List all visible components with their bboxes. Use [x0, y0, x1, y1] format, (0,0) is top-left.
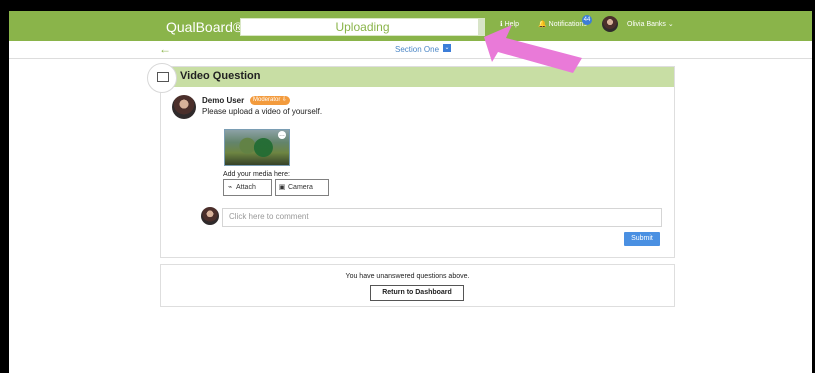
notifications-link[interactable]: 🔔 Notifications	[538, 20, 587, 28]
moderator-badge: Moderator ⇩	[250, 96, 291, 105]
help-link[interactable]: ℹ Help	[500, 20, 519, 28]
author-avatar	[172, 95, 196, 119]
notification-count-badge: 44	[582, 15, 592, 25]
upload-progress: Uploading	[240, 18, 485, 36]
left-black-frame	[0, 0, 9, 373]
camera-label: Camera	[288, 184, 313, 191]
back-arrow-icon[interactable]: ←	[159, 42, 171, 56]
media-label: Add your media here:	[223, 171, 290, 178]
help-label: Help	[504, 21, 520, 28]
attach-label: Attach	[236, 184, 256, 191]
question-title: Video Question	[180, 70, 261, 82]
brand-logo[interactable]: QualBoard®	[166, 19, 243, 35]
section-title[interactable]: Section One	[395, 45, 439, 54]
author-name: Demo User	[202, 96, 245, 105]
user-menu[interactable]: Olivia Banks ⌄	[627, 20, 674, 28]
attach-button[interactable]: ⌁ Attach	[223, 179, 272, 196]
camera-icon: ▣	[278, 184, 286, 191]
question-prompt: Please upload a video of yourself.	[202, 107, 323, 116]
bell-icon: 🔔	[538, 21, 549, 28]
section-chevron-icon[interactable]: ⌄	[443, 44, 451, 52]
comment-placeholder: Click here to comment	[229, 212, 309, 221]
image-icon	[157, 72, 169, 82]
more-options-icon[interactable]: …	[278, 131, 286, 139]
notice-text: You have unanswered questions above.	[345, 273, 470, 280]
submit-button[interactable]: Submit	[624, 232, 660, 246]
paperclip-icon: ⌁	[227, 184, 233, 191]
top-black-frame	[0, 0, 815, 11]
return-dashboard-button[interactable]: Return to Dashboard	[370, 285, 464, 301]
notifications-label: Notifications	[548, 21, 587, 28]
user-avatar[interactable]	[602, 16, 618, 32]
camera-button[interactable]: ▣ Camera	[275, 179, 329, 196]
question-type-icon-wrap	[147, 63, 177, 93]
comment-avatar	[201, 207, 219, 225]
upload-status: Uploading	[335, 20, 390, 34]
